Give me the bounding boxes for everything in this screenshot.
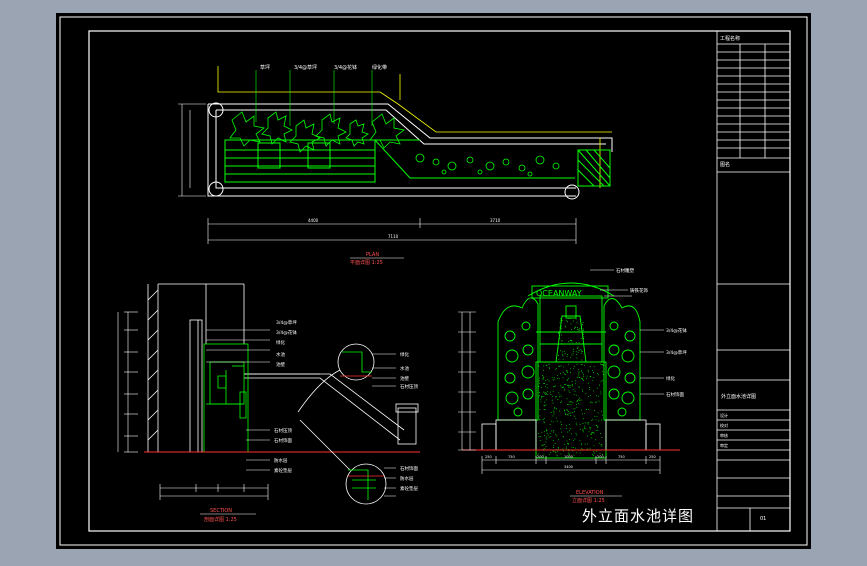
section-label-6: 石材压顶 xyxy=(274,427,292,434)
section-caption-cn: 剖面详图 1:25 xyxy=(204,516,237,523)
section-label-3: 绿化 xyxy=(276,339,285,346)
plan-label-1: 草坪 xyxy=(260,64,270,71)
detail-label-1: 绿化 xyxy=(400,351,409,358)
section-label-4: 水池 xyxy=(276,351,285,358)
cad-viewer-canvas[interactable]: 工程名称 图名 外立面水池详图 设计 校对 审核 审定 01 草坪 3/4@草坪… xyxy=(0,0,867,562)
detail-label-3: 池壁 xyxy=(400,375,409,382)
elevation-label-5: 绿化 xyxy=(666,375,675,382)
title-block-row-3: 审核 xyxy=(720,432,728,438)
plan-caption-cn: 平面详图 1:25 xyxy=(350,259,383,266)
elevation-dim-2: 750 xyxy=(508,455,515,459)
detail-label-5: 石材饰面 xyxy=(400,465,418,472)
detail-label-7: 素砼垫层 xyxy=(400,485,418,492)
section-label-9: 素砼垫层 xyxy=(274,467,292,474)
title-block-drawing-name: 外立面水池详图 xyxy=(721,393,756,400)
section-label-1: 3/4@草坪 xyxy=(276,319,297,326)
plan-caption-en: PLAN xyxy=(366,252,379,258)
elevation-label-6: 石材饰面 xyxy=(666,391,684,398)
plan-dim-total: 7110 xyxy=(388,234,399,239)
title-block-drawing-label: 图名 xyxy=(720,161,730,168)
drawing-sheet: 工程名称 图名 外立面水池详图 设计 校对 审核 审定 01 草坪 3/4@草坪… xyxy=(56,13,811,549)
detail-label-2: 水池 xyxy=(400,365,409,372)
title-block-row-2: 校对 xyxy=(720,422,728,428)
elevation-label-1: 石材雕塑 xyxy=(616,267,634,274)
elevation-caption-cn: 立面详图 1:25 xyxy=(572,497,605,504)
elevation-dim-total: 3400 xyxy=(564,465,573,469)
plan-dim-2: 3710 xyxy=(490,218,501,223)
title-block-row-1: 设计 xyxy=(720,412,728,418)
elevation-label-4: 3/4@草坪 xyxy=(666,349,687,356)
title-block-sheet-number: 01 xyxy=(760,516,766,522)
elevation-caption-en: ELEVATION xyxy=(576,490,604,496)
elevation-dim-5: 200 xyxy=(597,455,604,459)
detail-label-6: 防水层 xyxy=(400,475,414,482)
elevation-label-2: 铸铁花饰 xyxy=(630,287,648,294)
section-label-5: 池壁 xyxy=(276,361,285,368)
section-label-2: 3/4@花钵 xyxy=(276,329,297,336)
plan-label-3: 3/4@花钵 xyxy=(334,64,357,71)
sheet-background xyxy=(56,13,811,549)
plan-label-4: 绿化带 xyxy=(372,64,387,71)
elevation-dim-4: 1000 xyxy=(564,455,573,459)
elevation-dim-3: 200 xyxy=(537,455,544,459)
elevation-dim-7: 250 xyxy=(649,455,656,459)
section-caption-en: SECTION xyxy=(210,508,232,514)
elevation-label-3: 3/4@花钵 xyxy=(666,327,687,334)
elevation-dim-6: 750 xyxy=(618,455,625,459)
sheet-title: 外立面水池详图 xyxy=(582,507,695,525)
plan-label-2: 3/4@草坪 xyxy=(294,64,317,71)
section-label-7: 石材饰面 xyxy=(274,437,292,444)
svg-text:OCEANWAY: OCEANWAY xyxy=(536,289,582,298)
section-label-8: 防水层 xyxy=(274,457,288,464)
title-block-row-4: 审定 xyxy=(720,442,728,448)
title-block-project-label: 工程名称 xyxy=(720,35,740,42)
elevation-dim-1: 250 xyxy=(485,455,492,459)
plan-dim-1: 4400 xyxy=(308,218,319,223)
detail-label-4: 石材压顶 xyxy=(400,383,418,390)
